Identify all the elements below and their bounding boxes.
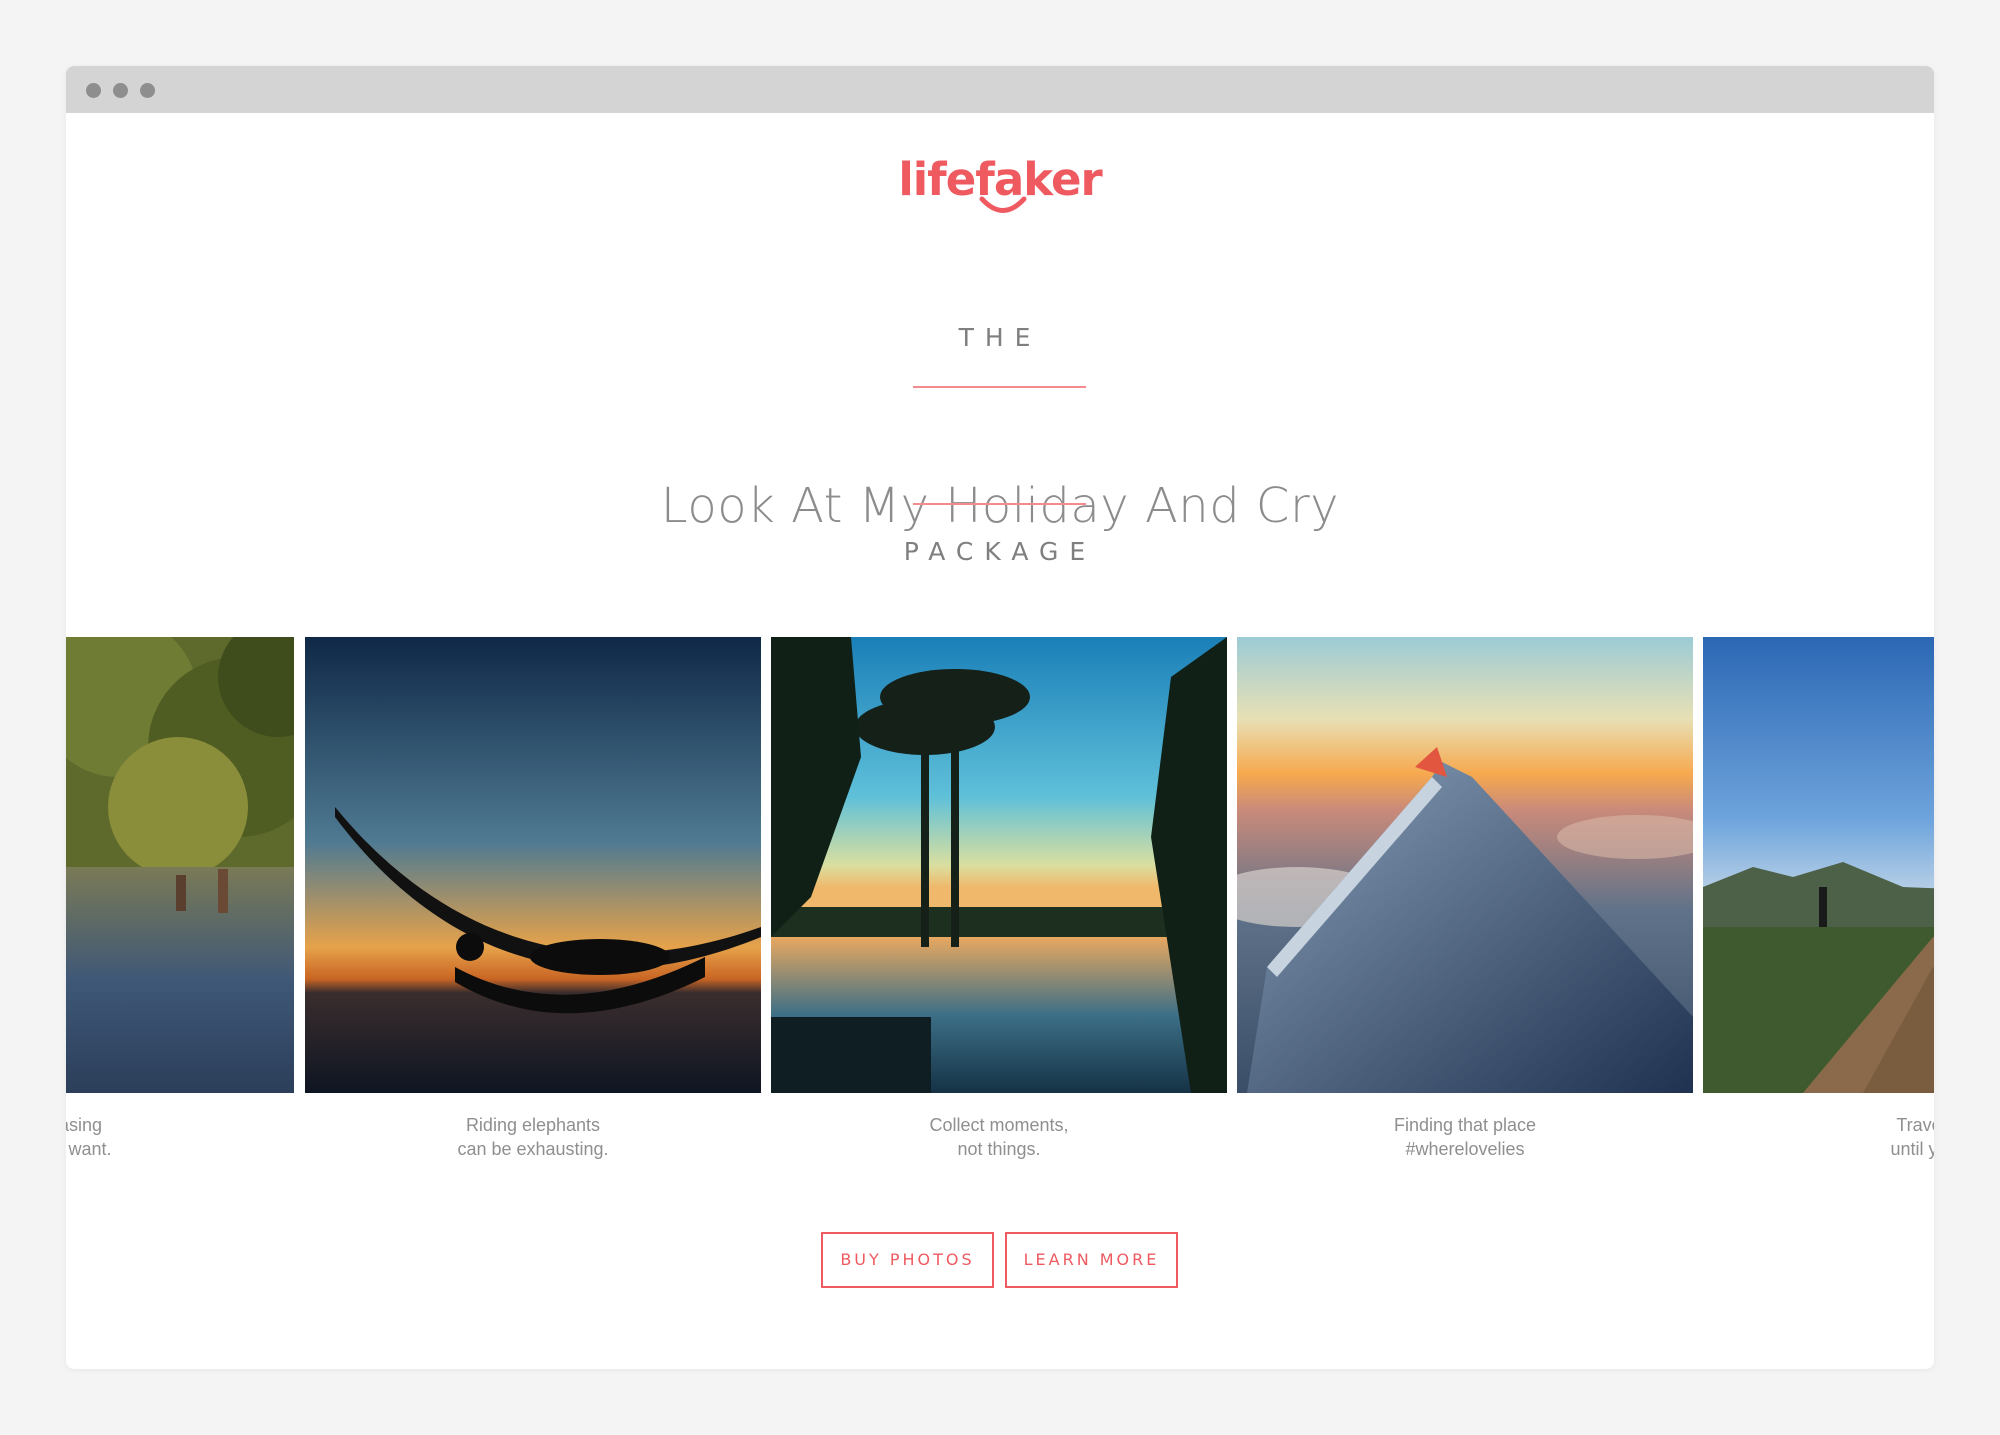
- browser-window: lifefaker THE Look At My Holiday And Cry…: [66, 66, 1934, 1369]
- photo-caption: t chasing ings I want.: [66, 1115, 112, 1159]
- buy-photos-button[interactable]: BUY PHOTOS: [821, 1232, 994, 1288]
- caption-strip: t chasing ings I want. Riding elephants …: [66, 66, 1934, 1369]
- photo-caption: Riding elephants can be exhausting.: [457, 1115, 609, 1159]
- photo-caption: Finding that place #wherelovelies: [1393, 1115, 1537, 1159]
- photo-caption: Collect moments, not things.: [929, 1115, 1069, 1159]
- learn-more-button[interactable]: LEARN MORE: [1005, 1232, 1178, 1288]
- photo-caption: Travel fa until you fi: [1890, 1115, 1934, 1159]
